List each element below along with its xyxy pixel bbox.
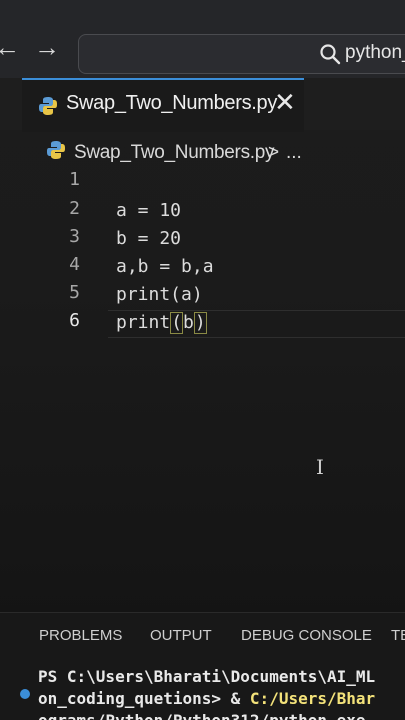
- code-editor[interactable]: 1 2 a = 10 3 b = 20 4 a,b = b,a 5 print(…: [0, 165, 405, 615]
- line-number: 5: [69, 282, 80, 303]
- back-arrow-icon[interactable]: ←: [0, 34, 20, 60]
- line-number: 6: [69, 310, 80, 331]
- terminal-line: PS C:\Users\Bharati\Documents\AI_ML: [38, 667, 376, 686]
- terminal-line: ograms/Python/Python312/python.exe: [38, 711, 366, 720]
- python-file-icon: [39, 97, 57, 115]
- code-function: print: [116, 312, 171, 333]
- command-decoration-icon: [20, 689, 30, 699]
- code-line[interactable]: 2 a = 10: [0, 198, 405, 226]
- code-line[interactable]: 1: [0, 169, 405, 197]
- breadcrumb-file[interactable]: Swap_Two_Numbers.py: [74, 142, 275, 164]
- code-line-current[interactable]: 6 print(b): [0, 310, 405, 338]
- tab-output[interactable]: OUTPUT: [150, 627, 212, 644]
- line-number: 4: [69, 254, 80, 275]
- tab-debug-console[interactable]: DEBUG CONSOLE: [241, 627, 372, 644]
- breadcrumb-separator-icon: >: [268, 142, 280, 163]
- tab-label: Swap_Two_Numbers.py: [66, 92, 278, 114]
- terminal-path: C:/Users/Bhar: [249, 689, 376, 708]
- breadcrumb: Swap_Two_Numbers.py > ...: [46, 140, 405, 166]
- command-center-search[interactable]: python_: [78, 34, 405, 74]
- close-icon[interactable]: ✕: [274, 89, 296, 115]
- bottom-panel: PROBLEMS OUTPUT DEBUG CONSOLE TE PS C:\U…: [0, 612, 405, 720]
- bracket-match-open: (: [170, 312, 184, 334]
- code-text: print(b): [116, 312, 207, 334]
- title-bar: ← → python_: [0, 0, 405, 78]
- code-argument: b: [183, 312, 194, 333]
- search-icon: [320, 44, 341, 65]
- tab-swap-two-numbers[interactable]: Swap_Two_Numbers.py ✕: [22, 78, 304, 132]
- mouse-text-cursor-icon: I: [316, 455, 324, 479]
- code-line[interactable]: 5 print(a): [0, 282, 405, 310]
- tab-problems[interactable]: PROBLEMS: [39, 627, 122, 644]
- bracket-match-close: ): [193, 312, 207, 334]
- search-text: python_: [345, 42, 405, 63]
- line-number: 1: [69, 169, 80, 190]
- line-number: 3: [69, 226, 80, 247]
- code-line[interactable]: 3 b = 20: [0, 226, 405, 254]
- tab-terminal[interactable]: TE: [391, 627, 405, 644]
- terminal-prompt: on_coding_quetions> &: [38, 689, 250, 708]
- terminal-line: on_coding_quetions> & C:/Users/Bhar: [38, 689, 375, 708]
- code-text: a = 10: [116, 200, 182, 221]
- code-text: b = 20: [116, 228, 182, 249]
- forward-arrow-icon[interactable]: →: [34, 34, 60, 60]
- code-text: print(a): [116, 284, 203, 305]
- line-number: 2: [69, 198, 80, 219]
- python-file-icon: [47, 141, 65, 159]
- breadcrumb-symbols[interactable]: ...: [286, 142, 302, 164]
- screen: ← → python_ Swap_Two_Numbers.py ✕ Swap_T…: [0, 0, 405, 720]
- code-line[interactable]: 4 a,b = b,a: [0, 254, 405, 282]
- code-text: a,b = b,a: [116, 256, 214, 277]
- editor-tab-bar: Swap_Two_Numbers.py ✕: [0, 78, 405, 132]
